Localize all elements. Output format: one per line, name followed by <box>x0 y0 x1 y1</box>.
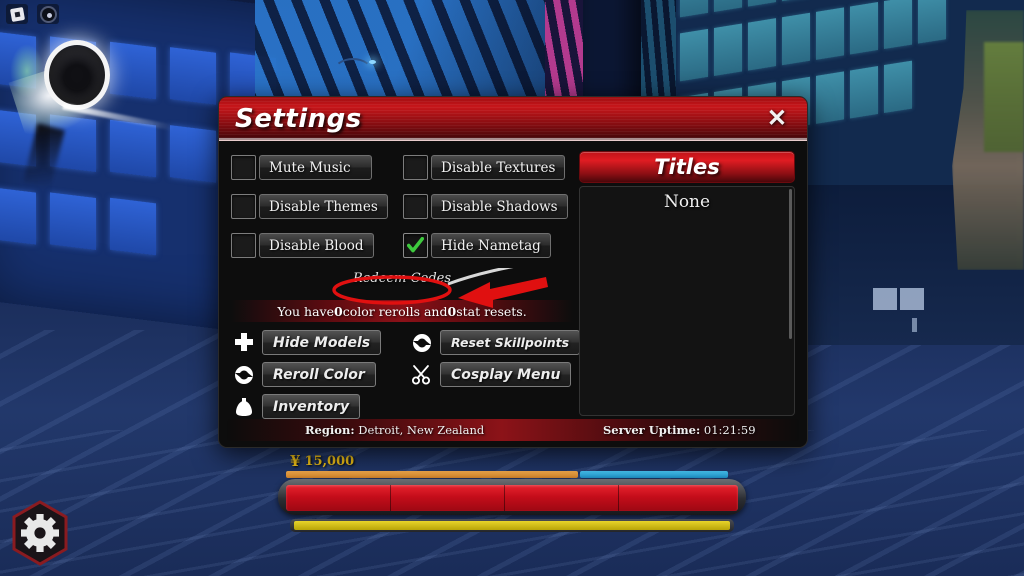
action-row-hide-models: Hide Models <box>231 330 409 355</box>
roblox-logo-icon <box>9 6 25 22</box>
roblox-menu-button[interactable] <box>37 4 59 24</box>
scissors-icon <box>409 363 434 387</box>
energy-bar-blue <box>580 471 728 478</box>
checkbox-label-disable-themes[interactable]: Disable Themes <box>259 194 388 219</box>
stat-info-banner: You have 0 color rerolls and 0 stat rese… <box>231 300 573 322</box>
small-window <box>873 288 897 310</box>
cross-icon <box>231 331 256 355</box>
currency-amount: 15,000 <box>304 453 355 469</box>
titles-list-item[interactable]: None <box>580 187 794 217</box>
refresh-icon <box>231 363 256 387</box>
checkbox-row-disable-themes[interactable]: Disable Themes <box>231 194 403 219</box>
action-row-reset-skillpoints: Reset Skillpoints <box>409 330 581 355</box>
titles-scrollbar[interactable] <box>789 189 792 339</box>
checkbox-label-disable-shadows[interactable]: Disable Shadows <box>431 194 568 219</box>
roblox-top-bar <box>6 4 59 24</box>
titles-header: Titles <box>579 151 795 183</box>
gear-icon <box>21 514 59 552</box>
uptime-label: Server Uptime: <box>603 423 701 437</box>
page-title: Settings <box>235 103 362 134</box>
region-value: Detroit, New Zealand <box>354 423 485 437</box>
stat-rerolls-count: 0 <box>334 303 343 319</box>
small-window <box>900 288 924 310</box>
inventory-button[interactable]: Inventory <box>262 394 361 419</box>
redeem-codes-button[interactable]: Redeem Codes <box>347 270 457 296</box>
stat-prefix: You have <box>277 303 335 319</box>
close-icon[interactable]: ✕ <box>761 105 793 133</box>
health-bar-divider <box>618 485 619 511</box>
stat-middle: color rerolls and <box>342 303 448 319</box>
bag-icon <box>231 395 256 419</box>
checkbox-row-disable-shadows[interactable]: Disable Shadows <box>403 194 575 219</box>
health-bar-divider <box>504 485 505 511</box>
reroll-color-button[interactable]: Reroll Color <box>262 362 376 387</box>
stamina-bar-orange <box>286 471 578 478</box>
checkbox-disable-blood[interactable] <box>231 233 256 258</box>
settings-title-bar: Settings ✕ <box>219 97 807 141</box>
region-label: Region: <box>305 423 355 437</box>
redeem-codes-row: Redeem Codes <box>231 270 573 296</box>
action-row-reroll-color: Reroll Color <box>231 362 409 387</box>
region-info: Region: Detroit, New Zealand <box>305 423 484 437</box>
action-row-inventory: Inventory <box>231 394 409 419</box>
checkbox-label-disable-textures[interactable]: Disable Textures <box>431 155 566 180</box>
stat-resets-count: 0 <box>447 303 457 319</box>
secondary-bars <box>286 471 738 478</box>
checkbox-row-disable-blood[interactable]: Disable Blood <box>231 233 403 258</box>
checkbox-disable-themes[interactable] <box>231 194 256 219</box>
titles-header-label: Titles <box>654 155 720 179</box>
checkbox-label-disable-blood[interactable]: Disable Blood <box>259 233 374 258</box>
checkbox-hide-nametag[interactable] <box>403 233 428 258</box>
street-post <box>912 318 917 332</box>
server-uptime-info: Server Uptime: 01:21:59 <box>603 423 756 437</box>
stat-suffix: stat resets. <box>456 303 527 319</box>
roblox-logo-button[interactable] <box>6 4 28 24</box>
player-hud: ¥ 15,000 <box>276 452 748 532</box>
checkbox-label-hide-nametag[interactable]: Hide Nametag <box>431 233 551 258</box>
refresh-icon <box>409 331 434 355</box>
settings-hex-button[interactable] <box>10 500 70 566</box>
action-buttons-area: Hide Models Reroll Color Inventory Reset… <box>231 330 581 419</box>
checkbox-disable-textures[interactable] <box>403 155 428 180</box>
gear-icon <box>41 7 55 21</box>
checkbox-row-hide-nametag[interactable]: Hide Nametag <box>403 233 575 258</box>
checkbox-row-disable-textures[interactable]: Disable Textures <box>403 155 575 180</box>
settings-checkbox-grid: Mute Music Disable Textures Disable Them… <box>231 155 573 258</box>
titles-section: Titles None <box>579 151 795 447</box>
currency-symbol-icon: ¥ <box>290 452 301 470</box>
street-lamp-light <box>369 60 376 64</box>
health-bar-divider <box>390 485 391 511</box>
checkmark-icon <box>407 237 424 253</box>
currency-display: ¥ 15,000 <box>276 452 748 470</box>
health-bar-fill <box>286 485 738 511</box>
settings-panel: Settings ✕ Mute Music Disable Textures D… <box>218 96 808 448</box>
action-row-cosplay-menu: Cosplay Menu <box>409 362 573 387</box>
uptime-value: 01:21:59 <box>700 423 756 437</box>
reset-skillpoints-button[interactable]: Reset Skillpoints <box>440 330 581 355</box>
cosplay-menu-button[interactable]: Cosplay Menu <box>440 362 572 387</box>
street-lamp <box>333 58 373 86</box>
hide-models-button[interactable]: Hide Models <box>262 330 382 355</box>
background-character-right-detail <box>984 42 1024 152</box>
checkbox-label-mute-music[interactable]: Mute Music <box>259 155 372 180</box>
settings-footer: Region: Detroit, New Zealand Server Upti… <box>227 419 799 441</box>
checkbox-mute-music[interactable] <box>231 155 256 180</box>
checkbox-row-mute-music[interactable]: Mute Music <box>231 155 403 180</box>
titles-list[interactable]: None <box>579 186 795 416</box>
checkbox-disable-shadows[interactable] <box>403 194 428 219</box>
xp-bar-fill <box>294 521 730 530</box>
